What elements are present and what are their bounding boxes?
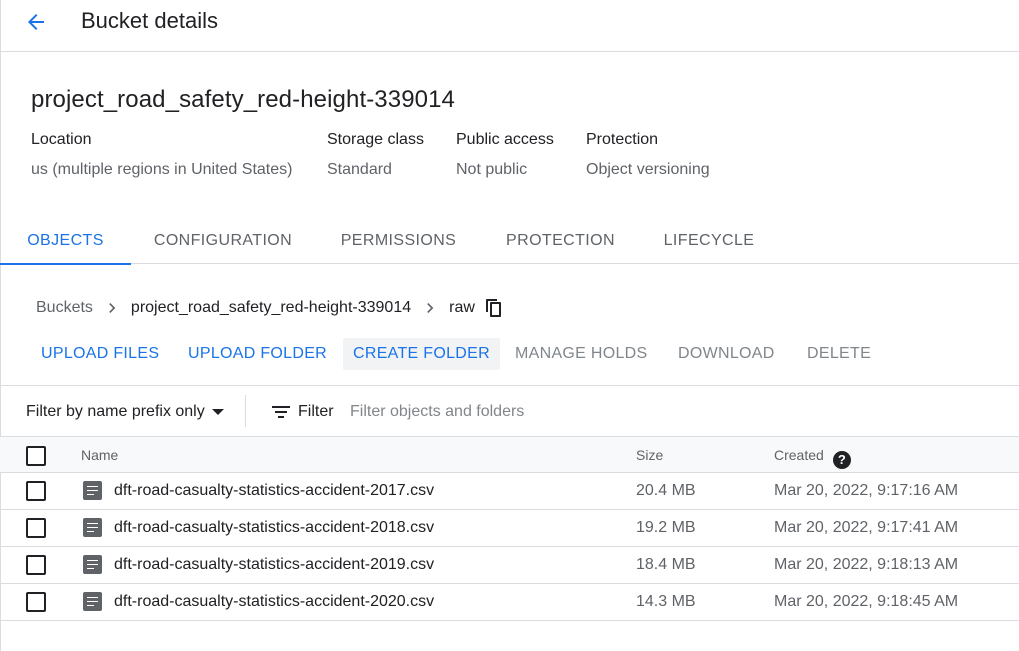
file-created: Mar 20, 2022, 9:17:16 AM bbox=[774, 482, 959, 499]
file-size: 19.2 MB bbox=[636, 519, 696, 536]
tab-configuration[interactable]: CONFIGURATION bbox=[131, 218, 315, 264]
table-row: dft-road-casualty-statistics-accident-20… bbox=[0, 547, 1019, 584]
help-icon[interactable]: ? bbox=[832, 451, 851, 469]
info-label: Storage class bbox=[327, 131, 424, 148]
file-name-link[interactable]: dft-road-casualty-statistics-accident-20… bbox=[114, 518, 434, 538]
file-size: 18.4 MB bbox=[636, 556, 696, 573]
file-icon bbox=[83, 555, 102, 574]
info-label: Protection bbox=[586, 131, 659, 148]
filter-input[interactable] bbox=[350, 399, 750, 425]
tab-lifecycle[interactable]: LIFECYCLE bbox=[639, 218, 779, 264]
tab-label: PROTECTION bbox=[506, 232, 615, 249]
column-header-created-label[interactable]: Created bbox=[774, 447, 824, 463]
file-name-link[interactable]: dft-road-casualty-statistics-accident-20… bbox=[114, 481, 434, 501]
tab-label: CONFIGURATION bbox=[153, 232, 293, 249]
filter-bar: Filter by name prefix only Filter bbox=[0, 387, 1019, 437]
upload-folder-button[interactable]: UPLOAD FOLDER bbox=[188, 338, 327, 370]
manage-holds-button[interactable]: MANAGE HOLDS bbox=[515, 338, 648, 370]
tab-label: OBJECTS bbox=[27, 232, 104, 249]
info-public-access: Public access Not public bbox=[456, 130, 554, 180]
file-size: 20.4 MB bbox=[636, 482, 696, 499]
info-value: Not public bbox=[456, 161, 528, 178]
download-button[interactable]: DOWNLOAD bbox=[678, 338, 775, 370]
page-header: Bucket details bbox=[0, 0, 1019, 52]
file-name-link[interactable]: dft-road-casualty-statistics-accident-20… bbox=[114, 555, 434, 575]
file-name-link[interactable]: dft-road-casualty-statistics-accident-20… bbox=[114, 592, 434, 612]
filter-prefix-dropdown[interactable]: Filter by name prefix only bbox=[26, 401, 225, 423]
row-checkbox[interactable] bbox=[26, 592, 46, 612]
filter-list-icon bbox=[272, 405, 290, 419]
filter-button[interactable]: Filter bbox=[272, 401, 334, 423]
bucket-name: project_road_safety_red-height-339014 bbox=[31, 86, 455, 113]
copy-path-icon[interactable] bbox=[484, 298, 504, 318]
table-row: dft-road-casualty-statistics-accident-20… bbox=[0, 584, 1019, 621]
breadcrumb-buckets-link[interactable]: Buckets bbox=[36, 299, 93, 317]
filter-button-label: Filter bbox=[298, 403, 334, 420]
tab-objects[interactable]: OBJECTS bbox=[0, 218, 131, 265]
tab-label: PERMISSIONS bbox=[340, 232, 457, 249]
object-action-bar: UPLOAD FILES UPLOAD FOLDER CREATE FOLDER… bbox=[0, 338, 1019, 386]
create-folder-button[interactable]: CREATE FOLDER bbox=[343, 338, 500, 370]
page-title: Bucket details bbox=[81, 8, 218, 33]
row-checkbox[interactable] bbox=[26, 518, 46, 538]
file-icon bbox=[83, 518, 102, 537]
arrow-back-icon bbox=[24, 10, 48, 34]
info-storage-class: Storage class Standard bbox=[327, 130, 424, 180]
column-header-created: Created? bbox=[774, 446, 851, 469]
delete-button[interactable]: DELETE bbox=[807, 338, 871, 370]
info-value: Standard bbox=[327, 161, 392, 178]
table-header: Name Size Created? bbox=[0, 436, 1019, 473]
file-size: 14.3 MB bbox=[636, 593, 696, 610]
row-checkbox[interactable] bbox=[26, 555, 46, 575]
file-icon bbox=[83, 592, 102, 611]
column-header-size[interactable]: Size bbox=[636, 446, 663, 464]
filter-prefix-label: Filter by name prefix only bbox=[26, 403, 205, 420]
file-icon bbox=[83, 481, 102, 500]
table-row: dft-road-casualty-statistics-accident-20… bbox=[0, 510, 1019, 547]
chevron-right-icon bbox=[420, 298, 440, 318]
file-created: Mar 20, 2022, 9:18:13 AM bbox=[774, 556, 959, 573]
file-created: Mar 20, 2022, 9:17:41 AM bbox=[774, 519, 959, 536]
upload-files-button[interactable]: UPLOAD FILES bbox=[41, 338, 159, 370]
column-header-name[interactable]: Name bbox=[81, 446, 118, 464]
breadcrumb-bucket-link[interactable]: project_road_safety_red-height-339014 bbox=[131, 299, 411, 317]
breadcrumb: Buckets project_road_safety_red-height-3… bbox=[36, 297, 504, 319]
divider bbox=[245, 395, 246, 427]
info-value: us (multiple regions in United States) bbox=[31, 161, 293, 178]
file-created: Mar 20, 2022, 9:18:45 AM bbox=[774, 593, 959, 610]
tab-bar: OBJECTS CONFIGURATION PERMISSIONS PROTEC… bbox=[0, 218, 1019, 265]
info-value: Object versioning bbox=[586, 161, 710, 178]
table-row: dft-road-casualty-statistics-accident-20… bbox=[0, 473, 1019, 510]
breadcrumb-folder-raw[interactable]: raw bbox=[449, 299, 475, 317]
active-tab-indicator bbox=[0, 263, 131, 265]
back-button[interactable] bbox=[22, 8, 50, 36]
info-label: Location bbox=[31, 131, 92, 148]
chevron-right-icon bbox=[102, 298, 122, 318]
tab-permissions[interactable]: PERMISSIONS bbox=[315, 218, 482, 264]
info-label: Public access bbox=[456, 131, 554, 148]
tab-protection[interactable]: PROTECTION bbox=[482, 218, 639, 264]
row-checkbox[interactable] bbox=[26, 481, 46, 501]
dropdown-arrow-icon bbox=[211, 408, 225, 416]
select-all-checkbox[interactable] bbox=[26, 446, 46, 466]
info-location: Location us (multiple regions in United … bbox=[31, 130, 292, 180]
tab-label: LIFECYCLE bbox=[663, 232, 755, 249]
info-protection: Protection Object versioning bbox=[586, 130, 710, 180]
objects-table: Name Size Created? dft-road-casualty-sta… bbox=[0, 436, 1019, 621]
